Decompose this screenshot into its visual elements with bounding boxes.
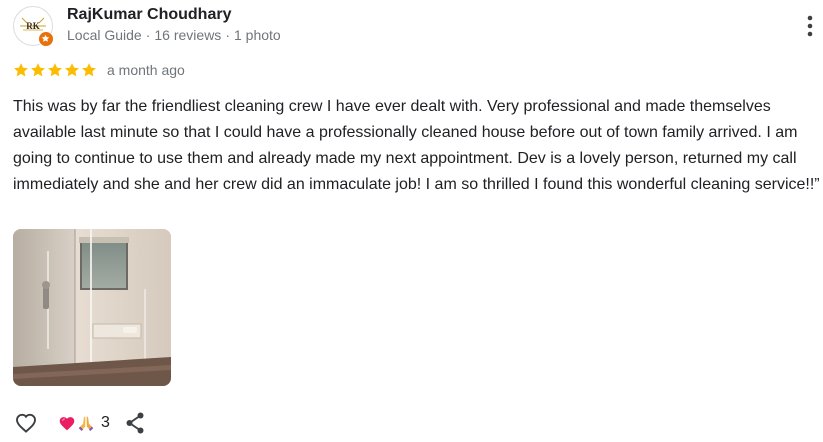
heart-outline-icon [16, 413, 36, 433]
review-actions: 3 [12, 409, 148, 437]
star-icon [65, 63, 79, 77]
rating-row: a month ago [13, 61, 185, 79]
reviewer-name[interactable]: RajKumar Choudhary [67, 6, 231, 24]
review-text: This was by far the friendliest cleaning… [13, 98, 820, 193]
review-time: a month ago [107, 62, 185, 78]
star-rating [13, 62, 98, 78]
star-icon [48, 63, 62, 77]
bathroom-shower-photo [13, 229, 171, 386]
praying-hands-reaction-icon [78, 416, 94, 431]
share-button[interactable] [122, 409, 148, 437]
reviewer-review-count: 16 reviews [154, 27, 222, 43]
review-card: RK RajKumar Choudhary Local Guide · 16 rev… [0, 0, 823, 442]
star-icon [31, 63, 45, 77]
reaction-count: 3 [101, 414, 110, 431]
like-button[interactable] [12, 409, 40, 437]
reviewer-level: Local Guide [67, 27, 142, 43]
review-photo[interactable] [13, 229, 171, 386]
star-icon [82, 63, 96, 77]
reactions[interactable]: 3 [58, 414, 110, 432]
reviewer-avatar[interactable]: RK [13, 6, 54, 47]
meta-separator: · [145, 27, 151, 43]
avatar-monogram: RK [26, 21, 40, 31]
more-options-button[interactable] [801, 12, 819, 40]
star-icon [14, 63, 28, 77]
meta-separator: · [225, 27, 230, 43]
heart-reaction-icon [59, 417, 75, 431]
reviewer-meta: Local Guide · 16 reviews · 1 photo [67, 27, 281, 43]
more-vert-icon [807, 15, 813, 37]
reviewer-photo-count: 1 photo [233, 27, 281, 43]
share-icon [126, 412, 144, 434]
local-guide-badge-icon [38, 31, 54, 47]
